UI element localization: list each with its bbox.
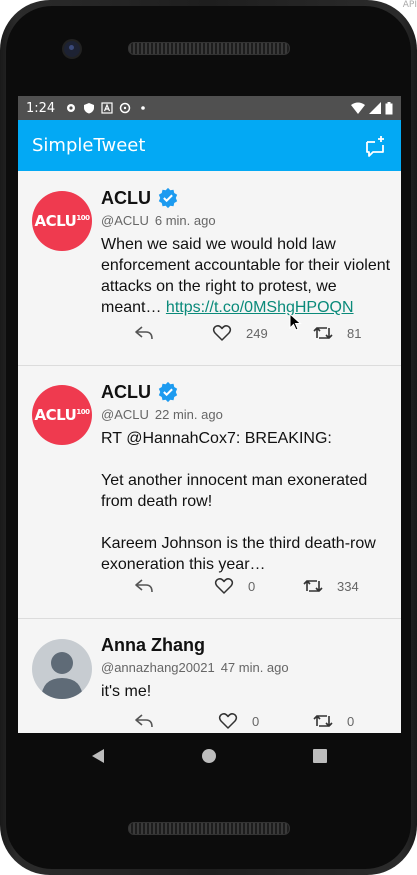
retweet-icon [313, 327, 333, 339]
recents-icon[interactable] [312, 748, 328, 764]
shield-icon [84, 103, 95, 114]
bottom-speaker [128, 822, 290, 835]
tweet-handle: @ACLU [101, 407, 149, 422]
avatar[interactable]: ACLU100 [32, 191, 92, 251]
reply-icon [135, 714, 153, 728]
battery-icon [385, 101, 393, 114]
like-count: 0 [252, 713, 260, 729]
tweet-time: 6 min. ago [154, 213, 216, 228]
data-saver-icon [119, 102, 131, 114]
tweet-handle: @ACLU [101, 213, 149, 228]
api-label: API [402, 0, 417, 10]
tweet-handle: @annazhang20021 [101, 660, 215, 675]
reply-icon [135, 579, 153, 593]
tweet-time: 47 min. ago [220, 660, 289, 675]
avatar[interactable] [32, 639, 92, 699]
tweet-author-name[interactable]: ACLU [101, 382, 151, 403]
status-time: 1:24 [26, 100, 56, 116]
tweet-author-name[interactable]: Anna Zhang [101, 635, 205, 656]
compose-icon[interactable] [363, 134, 387, 158]
wifi-icon [351, 102, 365, 114]
reply-button[interactable] [134, 323, 154, 343]
navigation-bar [18, 733, 401, 779]
front-camera [64, 41, 80, 57]
reply-icon [135, 326, 153, 340]
retweet-button[interactable]: 334 [303, 576, 359, 596]
dot-icon [141, 106, 146, 110]
aclu-logo: ACLU100 [34, 406, 90, 424]
screen: 1:24 SimpleTweet ACLU100 ACLU @ACLU 6 mi… [18, 96, 401, 733]
reply-button[interactable] [134, 711, 154, 731]
retweet-count: 81 [347, 325, 362, 341]
aclu-logo: ACLU100 [34, 212, 90, 230]
tweet-body: it's me! [101, 683, 152, 700]
tweet-item[interactable]: ACLU100 ACLU @ACLU 22 min. ago RT @Hannah… [18, 366, 401, 619]
top-speaker [128, 42, 290, 55]
tweet-item[interactable]: ACLU100 ACLU @ACLU 6 min. ago When we sai… [18, 171, 401, 366]
retweet-icon [313, 715, 333, 727]
tweet-link[interactable]: https://t.co/0MShgHPOQN [166, 299, 354, 316]
signal-icon [369, 102, 381, 114]
heart-icon [212, 325, 232, 341]
like-count: 249 [246, 325, 268, 341]
avatar[interactable]: ACLU100 [32, 385, 92, 445]
reply-button[interactable] [134, 576, 154, 596]
like-button[interactable]: 249 [212, 323, 268, 343]
verified-badge-icon [158, 187, 178, 209]
like-count: 0 [248, 578, 256, 594]
tweet-item[interactable]: Anna Zhang @annazhang20021 47 min. ago it… [18, 619, 401, 733]
default-avatar-icon [41, 652, 83, 699]
app-title: SimpleTweet [32, 135, 146, 156]
settings-icon [67, 104, 76, 112]
verified-badge-icon [158, 381, 178, 403]
back-icon[interactable] [90, 748, 106, 764]
app-bar: SimpleTweet [18, 120, 401, 171]
like-button[interactable]: 0 [214, 576, 255, 596]
heart-icon [214, 578, 234, 594]
retweet-count: 0 [347, 713, 355, 729]
tweet-time: 22 min. ago [154, 407, 223, 422]
retweet-icon [303, 580, 323, 592]
tweet-author-name[interactable]: ACLU [101, 188, 151, 209]
retweet-button[interactable]: 0 [313, 711, 354, 731]
retweet-count: 334 [337, 578, 359, 594]
home-icon[interactable] [201, 748, 217, 764]
status-bar: 1:24 [18, 96, 401, 120]
heart-icon [218, 713, 238, 729]
font-a-icon [101, 102, 113, 114]
tweet-body: When we said we would hold law enforceme… [101, 234, 391, 318]
status-right [351, 101, 393, 115]
tweet-body: RT @HannahCox7: BREAKING: Yet another in… [101, 430, 376, 573]
tweet-feed[interactable]: ACLU100 ACLU @ACLU 6 min. ago When we sai… [18, 171, 401, 733]
like-button[interactable]: 0 [218, 711, 259, 731]
retweet-button[interactable]: 81 [313, 323, 361, 343]
